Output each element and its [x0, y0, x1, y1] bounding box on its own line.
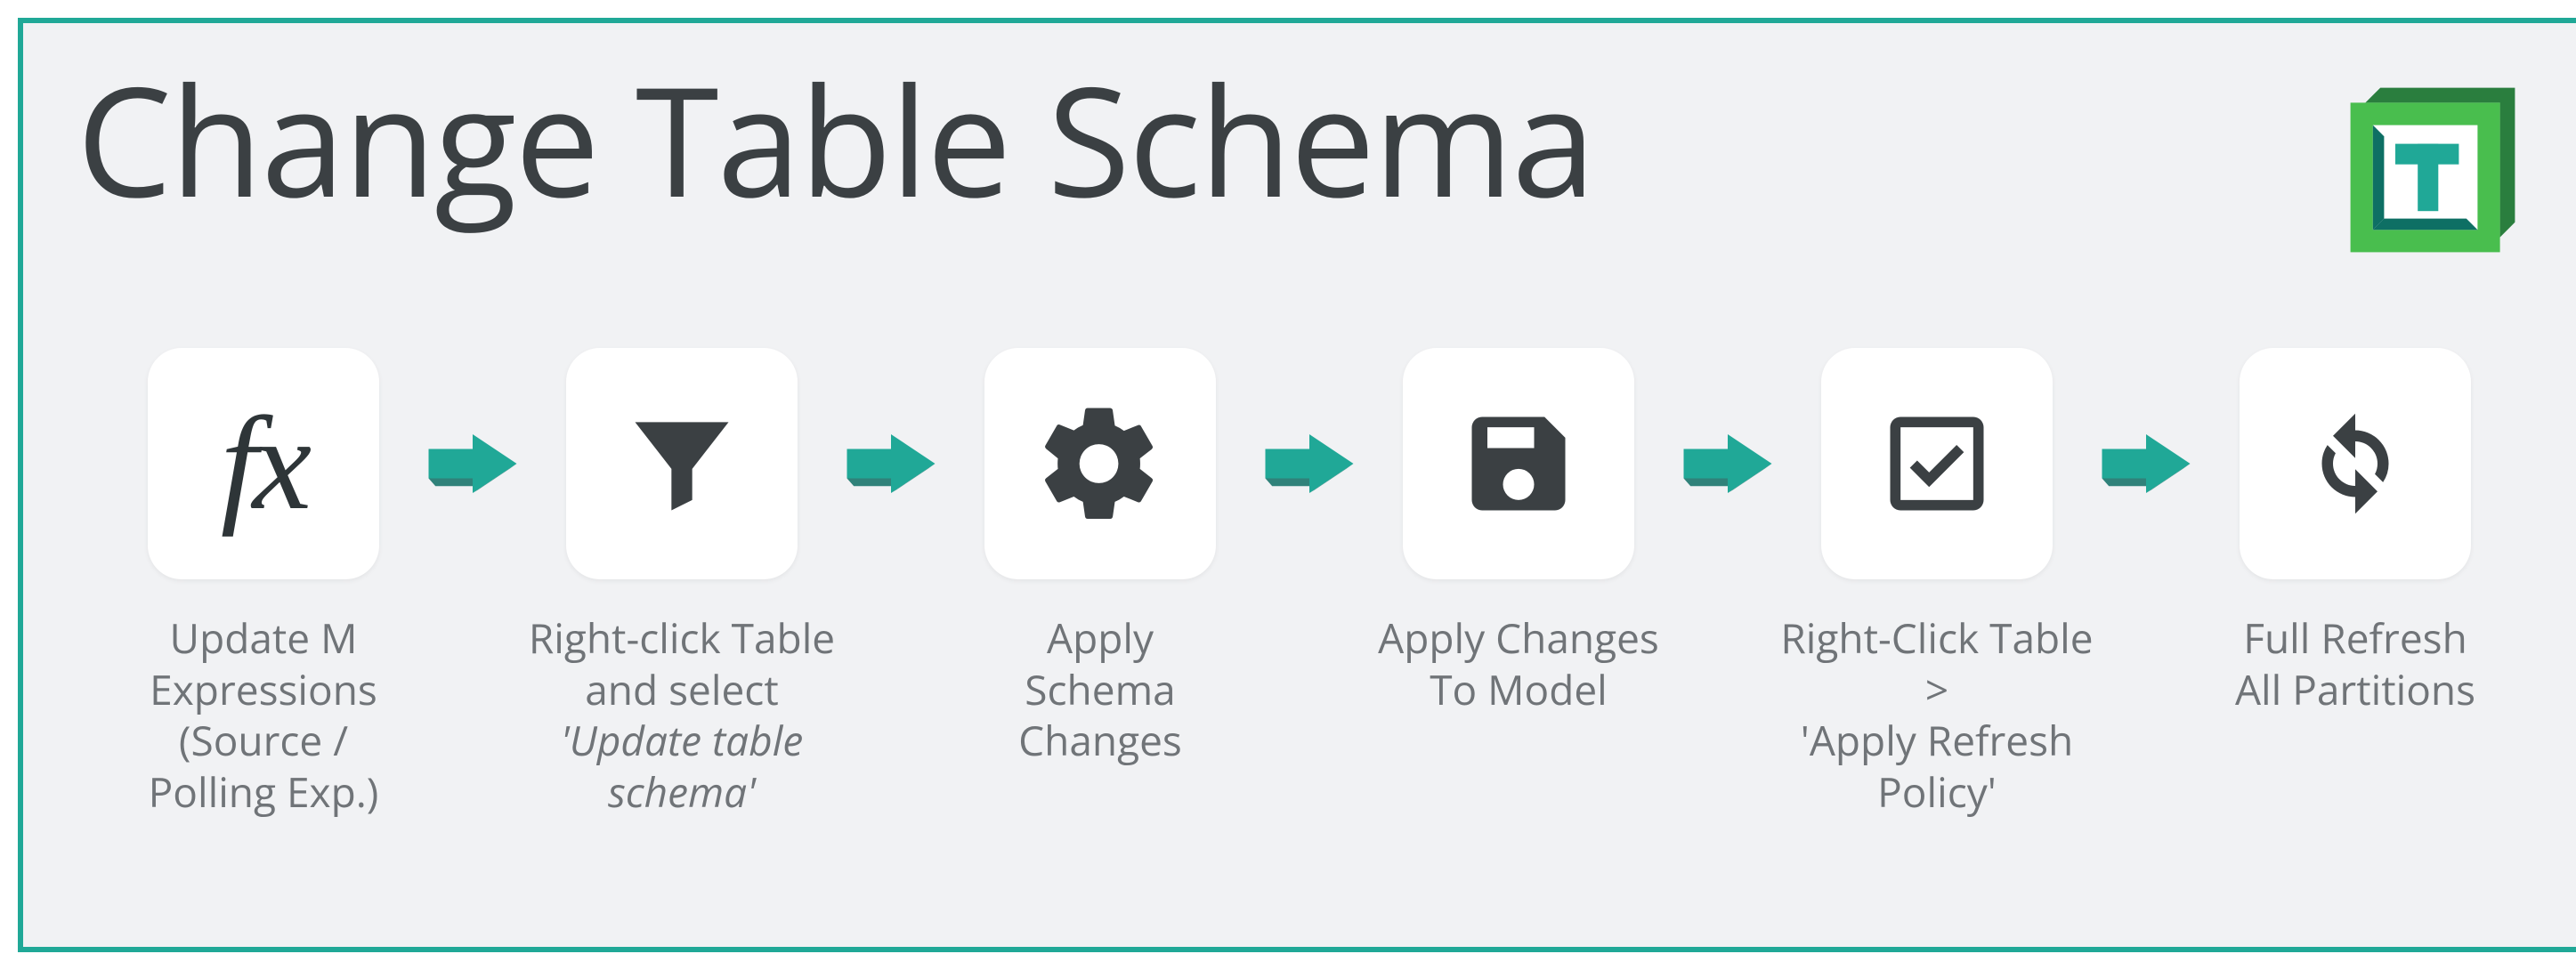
step-card — [984, 348, 1216, 579]
arrow-icon — [1679, 428, 1777, 499]
diagram-container: Change Table Schema fx Update MExpression… — [18, 18, 2576, 952]
flow-step: ApplySchemaChanges — [940, 348, 1260, 767]
step-label: ApplySchemaChanges — [931, 613, 1269, 767]
funnel-icon — [620, 401, 744, 526]
step-card — [2240, 348, 2471, 579]
page-title: Change Table Schema — [77, 59, 1594, 218]
flow-arrow — [1679, 348, 1777, 579]
flow-row: fx Update MExpressions(Source /Polling Ex… — [77, 348, 2535, 818]
step-card: fx — [148, 348, 379, 579]
flow-arrow — [842, 348, 940, 579]
flow-step: Full RefreshAll Partitions — [2195, 348, 2515, 715]
flow-step: Apply ChangesTo Model — [1358, 348, 1679, 715]
flow-arrow — [2097, 348, 2195, 579]
arrow-icon — [842, 428, 940, 499]
step-card — [1821, 348, 2053, 579]
flow-step: Right-click Tableand select'Update table… — [522, 348, 842, 818]
flow-arrow — [424, 348, 522, 579]
step-label: Right-Click Table >'Apply Refresh Policy… — [1768, 613, 2106, 818]
flow-step: fxUpdate MExpressions(Source /Polling Ex… — [103, 348, 424, 818]
step-card — [1403, 348, 1634, 579]
checkbox-icon — [1875, 401, 1999, 526]
arrow-icon — [424, 428, 522, 499]
header: Change Table Schema — [77, 59, 2535, 268]
arrow-icon — [1260, 428, 1358, 499]
save-icon — [1456, 401, 1581, 526]
fx-icon: fx — [221, 387, 306, 540]
flow-step: Right-Click Table >'Apply Refresh Policy… — [1777, 348, 2097, 818]
step-card — [566, 348, 798, 579]
refresh-icon — [2288, 397, 2422, 530]
gear-icon — [1033, 397, 1167, 530]
flow-arrow — [1260, 348, 1358, 579]
step-label: Update MExpressions(Source /Polling Exp.… — [94, 613, 433, 818]
step-label: Apply ChangesTo Model — [1349, 613, 1688, 715]
arrow-icon — [2097, 428, 2195, 499]
step-label: Full RefreshAll Partitions — [2186, 613, 2524, 715]
tabular-editor-logo — [2339, 77, 2526, 268]
step-label: Right-click Tableand select'Update table… — [513, 613, 851, 818]
